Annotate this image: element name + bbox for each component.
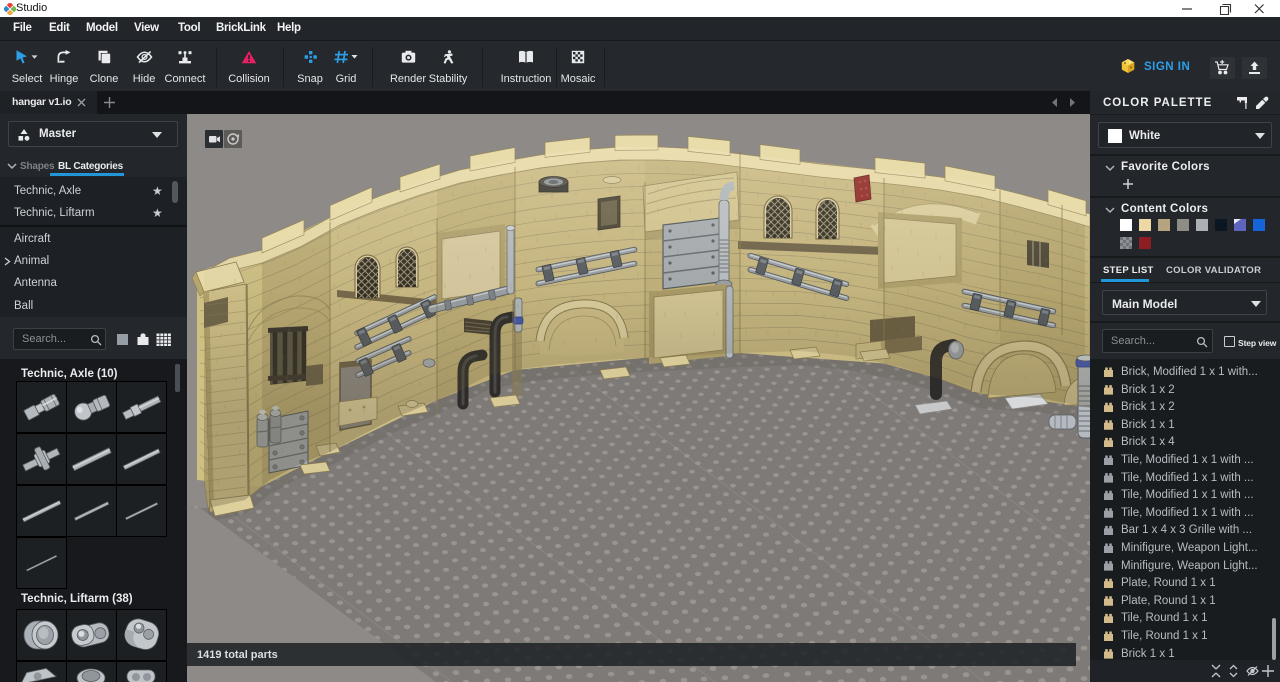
- svg-text:1419 total parts: 1419 total parts: [197, 649, 278, 661]
